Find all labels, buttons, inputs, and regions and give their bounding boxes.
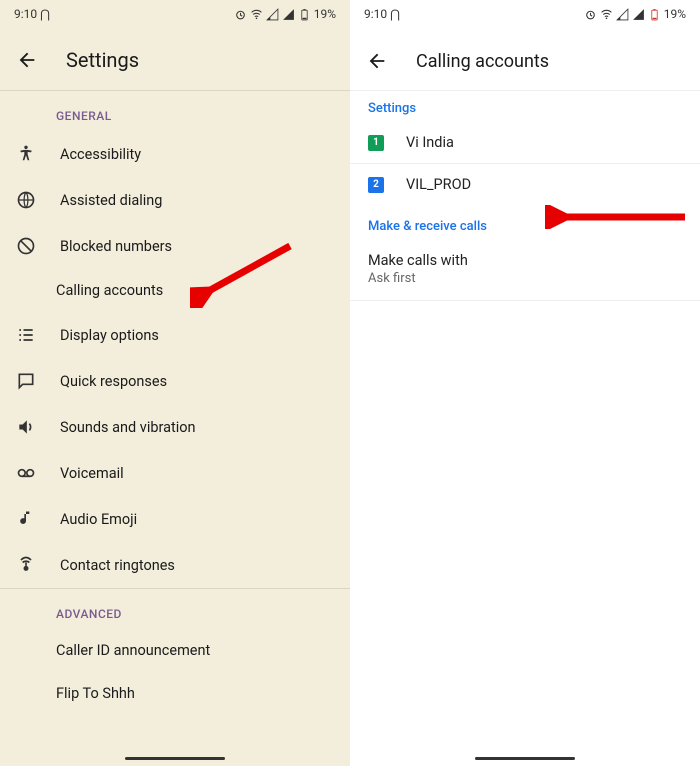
general-section: GENERAL Accessibility Assisted dialing B… [0,90,350,588]
sim1-label: Vi India [406,134,454,151]
block-icon [16,236,36,256]
left-header: Settings [0,28,350,90]
item-label: Assisted dialing [60,192,162,209]
status-time: 9:10 ⋂ [14,7,50,21]
accessibility-icon [16,144,36,164]
sim-item-1[interactable]: 1 Vi India [350,122,700,163]
signal2-icon [632,8,645,21]
arrow-back-icon [366,50,388,72]
item-display-options[interactable]: Display options [0,312,350,358]
item-caller-id[interactable]: Caller ID announcement [0,629,350,672]
music-note-icon [16,509,36,529]
back-button[interactable] [366,50,388,72]
item-label: Caller ID announcement [56,642,210,659]
page-title-left: Settings [66,48,139,72]
signal2-icon [282,8,295,21]
annotation-arrow-left [190,238,300,308]
item-label: Flip To Shhh [56,685,135,702]
item-sounds-vibration[interactable]: Sounds and vibration [0,404,350,450]
make-calls-value: Ask first [368,271,682,286]
item-label: Contact ringtones [60,557,175,574]
make-calls-title: Make calls with [368,252,682,269]
item-quick-responses[interactable]: Quick responses [0,358,350,404]
right-statusbar: 9:10 ⋂ 19% [350,0,700,28]
section-header-general: GENERAL [0,91,350,131]
item-label: Audio Emoji [60,511,137,528]
status-icons-left: 19% [234,7,336,21]
arrow-back-icon [16,49,38,71]
item-contact-ringtones[interactable]: Contact ringtones [0,542,350,588]
nav-handle-left[interactable] [125,757,225,760]
item-assisted-dialing[interactable]: Assisted dialing [0,177,350,223]
back-button[interactable] [16,49,38,71]
status-icons-right: 19% [584,7,686,21]
battery-low-icon [648,8,661,21]
item-accessibility[interactable]: Accessibility [0,131,350,177]
message-icon [16,371,36,391]
right-header: Calling accounts [350,28,700,91]
section-header-settings: Settings [350,91,700,122]
section-header-advanced: ADVANCED [0,589,350,629]
battery-pct: 19% [664,7,686,21]
sim1-badge-icon: 1 [368,135,384,151]
advanced-section: ADVANCED Caller ID announcement Flip To … [0,588,350,715]
voicemail-icon [16,463,36,483]
wifi-icon [600,8,613,21]
status-time: 9:10 ⋂ [364,7,400,21]
alarm-icon [234,8,247,21]
item-label: Quick responses [60,373,167,390]
right-screen: 9:10 ⋂ 19% Calling accounts Settings 1 V… [350,0,700,766]
globe-dial-icon [16,190,36,210]
item-label: Blocked numbers [60,238,172,255]
signal1-icon [266,8,279,21]
make-calls-with[interactable]: Make calls with Ask first [350,244,700,301]
alarm-icon [584,8,597,21]
sim2-label: VIL_PROD [406,176,471,193]
signal1-icon [616,8,629,21]
item-label: Accessibility [60,146,141,163]
item-flip-shhh[interactable]: Flip To Shhh [0,672,350,715]
left-statusbar: 9:10 ⋂ 19% [0,0,350,28]
sound-icon [16,417,36,437]
battery-pct: 19% [314,7,336,21]
item-audio-emoji[interactable]: Audio Emoji [0,496,350,542]
item-label: Calling accounts [56,282,163,299]
list-icon [16,325,36,345]
wifi-icon [250,8,263,21]
item-voicemail[interactable]: Voicemail [0,450,350,496]
annotation-arrow-right [545,205,695,229]
ringtone-icon [16,555,36,575]
sim2-badge-icon: 2 [368,177,384,193]
page-title-right: Calling accounts [416,51,549,72]
item-label: Voicemail [60,465,124,482]
left-screen: 9:10 ⋂ 19% Settings GENERAL Accessibilit… [0,0,350,766]
item-label: Sounds and vibration [60,419,196,436]
battery-icon [298,8,311,21]
nav-handle-right[interactable] [475,757,575,760]
sim-item-2[interactable]: 2 VIL_PROD [350,164,700,205]
item-label: Display options [60,327,159,344]
